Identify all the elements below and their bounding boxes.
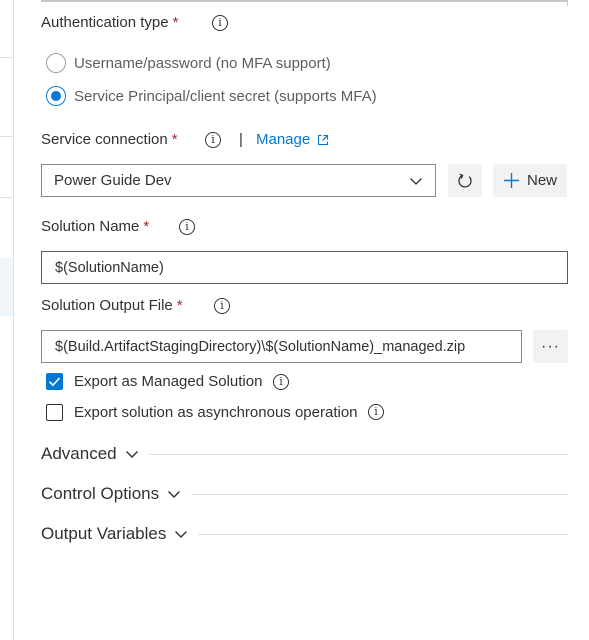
radio-button[interactable] [46, 53, 66, 73]
chevron-down-icon [410, 177, 422, 185]
auth-option-service-principal[interactable]: Service Principal/client secret (support… [46, 86, 377, 106]
auth-option-label: Service Principal/client secret (support… [74, 87, 377, 105]
solution-output-file-label: Solution Output File * [41, 297, 183, 314]
browse-button[interactable]: ··· [533, 330, 568, 363]
control-options-section-header[interactable]: Control Options [41, 484, 568, 504]
checkmark-icon [48, 377, 61, 387]
top-divider [41, 0, 567, 2]
solution-name-input[interactable]: $(SolutionName) [41, 251, 568, 284]
required-marker: * [176, 297, 183, 314]
required-marker: * [171, 131, 178, 148]
radio-button-selected[interactable] [46, 86, 66, 106]
export-async-checkbox[interactable] [46, 404, 63, 421]
output-variables-section-title: Output Variables [41, 524, 167, 543]
left-panel-segment [0, 0, 13, 58]
refresh-button[interactable] [448, 164, 482, 197]
service-connection-label: Service connection * [41, 131, 178, 148]
export-managed-checkbox-row[interactable]: Export as Managed Solution [46, 373, 262, 390]
right-divider [567, 0, 568, 6]
separator: | [239, 131, 243, 148]
left-panel-strip [0, 0, 14, 640]
info-icon[interactable]: i [212, 15, 228, 31]
auth-option-label: Username/password (no MFA support) [74, 54, 331, 72]
left-panel-selected-item[interactable] [0, 258, 13, 316]
chevron-down-icon [168, 491, 181, 498]
chevron-down-icon [175, 531, 188, 538]
section-divider [191, 493, 568, 495]
required-marker: * [143, 218, 150, 235]
task-settings-panel: Authentication type * i Username/password… [0, 0, 589, 640]
plus-icon [503, 173, 519, 188]
left-panel-segment [0, 58, 13, 137]
solution-output-file-input[interactable]: $(Build.ArtifactStagingDirectory)\$(Solu… [41, 330, 522, 363]
advanced-section-title: Advanced [41, 444, 117, 463]
auth-option-username[interactable]: Username/password (no MFA support) [46, 53, 331, 73]
info-icon[interactable]: i [368, 404, 384, 420]
new-connection-button[interactable]: New [493, 164, 567, 197]
auth-type-label-text: Authentication type [41, 14, 169, 31]
output-variables-section-header[interactable]: Output Variables [41, 524, 568, 544]
export-async-checkbox-row[interactable]: Export solution as asynchronous operatio… [46, 404, 358, 421]
solution-name-label: Solution Name * [41, 218, 149, 235]
auth-type-label: Authentication type * [41, 14, 178, 31]
section-divider [198, 533, 568, 535]
required-marker: * [172, 14, 179, 31]
info-icon[interactable]: i [205, 132, 221, 148]
solution-name-label-text: Solution Name [41, 218, 140, 235]
info-icon[interactable]: i [214, 298, 230, 314]
manage-link-label: Manage [256, 131, 311, 148]
control-options-section-title: Control Options [41, 484, 160, 503]
section-divider [148, 453, 568, 455]
info-icon[interactable]: i [179, 219, 195, 235]
info-icon[interactable]: i [273, 374, 289, 390]
service-connection-label-text: Service connection [41, 131, 168, 148]
external-link-icon [318, 134, 329, 145]
left-panel-segment [0, 137, 13, 198]
solution-output-file-label-text: Solution Output File [41, 297, 173, 314]
chevron-down-icon [125, 451, 138, 458]
export-managed-checkbox[interactable] [46, 373, 63, 390]
new-button-label: New [526, 172, 557, 189]
export-async-label: Export solution as asynchronous operatio… [74, 404, 358, 421]
service-connection-value: Power Guide Dev [54, 172, 172, 189]
refresh-icon [458, 173, 472, 188]
export-managed-label: Export as Managed Solution [74, 373, 263, 390]
manage-link[interactable]: Manage [256, 131, 329, 148]
service-connection-dropdown[interactable]: Power Guide Dev [41, 164, 436, 197]
advanced-section-header[interactable]: Advanced [41, 444, 568, 464]
